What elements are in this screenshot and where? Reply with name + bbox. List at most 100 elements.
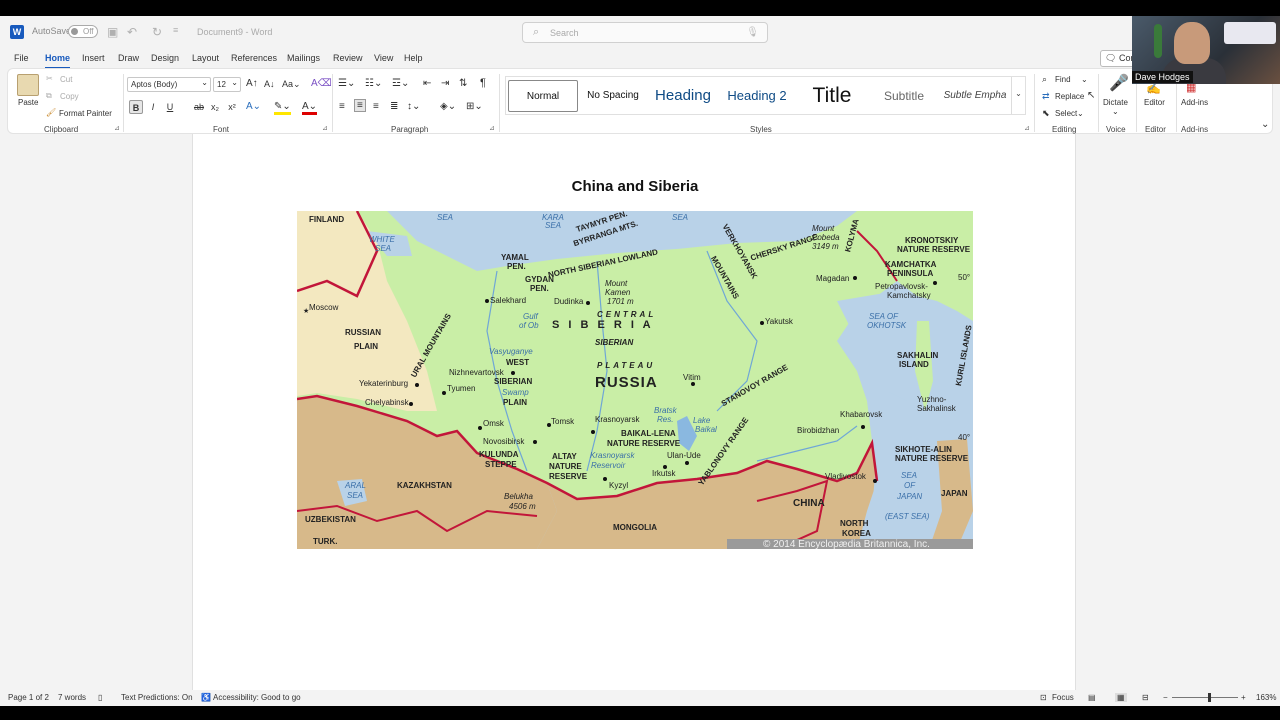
focus-icon[interactable]: ⊡	[1040, 693, 1047, 702]
redo-icon[interactable]: ↻	[152, 25, 162, 39]
change-case-icon[interactable]: Aa⌄	[282, 79, 301, 90]
zoom-out-icon[interactable]: −	[1163, 693, 1168, 702]
style-no-spacing[interactable]: No Spacing	[582, 80, 644, 112]
web-layout-icon[interactable]: ⊟	[1142, 693, 1149, 702]
editor-button[interactable]: Editor	[1144, 98, 1165, 107]
document-page[interactable]: China and Siberia FINLAND WHITE SEA SEA …	[192, 134, 1076, 690]
zoom-level[interactable]: 163%	[1256, 693, 1276, 702]
clipboard-launcher-icon[interactable]: ⊿	[114, 124, 120, 132]
dictate-icon[interactable]: 🎤	[1109, 73, 1129, 93]
page-count[interactable]: Page 1 of 2	[8, 693, 49, 702]
replace-button[interactable]: Replace	[1055, 92, 1084, 101]
bold-button[interactable]: B	[129, 100, 143, 114]
borders-icon[interactable]: ⊞⌄	[466, 101, 483, 112]
bullets-icon[interactable]: ☰⌄	[338, 78, 355, 89]
microphone-icon[interactable]: 🎙	[746, 27, 759, 38]
customize-qat-icon[interactable]: ≡	[173, 25, 178, 35]
menu-design[interactable]: Design	[151, 53, 179, 63]
numbering-icon[interactable]: ☷⌄	[365, 78, 382, 89]
russia-map-image[interactable]: FINLAND WHITE SEA SEA KARA SEA TAYMYR PE…	[297, 211, 973, 549]
menu-insert[interactable]: Insert	[82, 53, 105, 63]
align-center-icon[interactable]: ≡	[354, 99, 366, 112]
text-effects-icon[interactable]: A⌄	[246, 101, 261, 112]
menu-draw[interactable]: Draw	[118, 53, 139, 63]
proofing-icon[interactable]: ▯	[98, 693, 102, 702]
select-button[interactable]: Select	[1055, 109, 1077, 118]
menu-file[interactable]: File	[14, 53, 29, 63]
format-painter-icon[interactable]: 🖌	[46, 108, 56, 117]
style-subtitle[interactable]: Subtitle	[870, 80, 938, 112]
grow-font-icon[interactable]: A↑	[246, 78, 258, 89]
style-normal[interactable]: Normal	[508, 80, 578, 112]
menu-home[interactable]: Home	[45, 53, 71, 69]
subscript-button[interactable]: x₂	[208, 100, 222, 114]
style-heading[interactable]: Heading	[648, 80, 718, 112]
menu-mailings[interactable]: Mailings	[287, 53, 320, 63]
paste-button[interactable]: Paste	[18, 98, 38, 107]
align-left-icon[interactable]: ≡	[339, 101, 345, 112]
addins-button[interactable]: Add-ins	[1181, 98, 1208, 107]
menu-references[interactable]: References	[231, 53, 277, 63]
select-chevron-icon[interactable]: ⌄	[1077, 109, 1084, 118]
font-launcher-icon[interactable]: ⊿	[322, 124, 328, 132]
underline-button[interactable]: U	[163, 100, 177, 114]
italic-button[interactable]: I	[146, 100, 160, 114]
text-predictions[interactable]: Text Predictions: On	[121, 693, 193, 702]
read-mode-icon[interactable]: ▤	[1088, 693, 1096, 702]
find-icon[interactable]: ⌕	[1042, 74, 1047, 85]
menu-help[interactable]: Help	[404, 53, 423, 63]
cut-button[interactable]: Cut	[60, 75, 72, 84]
document-area[interactable]: China and Siberia FINLAND WHITE SEA SEA …	[0, 134, 1280, 690]
show-marks-icon[interactable]: ¶	[480, 77, 486, 89]
menu-layout[interactable]: Layout	[192, 53, 219, 63]
style-title[interactable]: Title	[796, 80, 868, 112]
style-heading-2[interactable]: Heading 2	[722, 80, 792, 112]
superscript-button[interactable]: x²	[225, 100, 239, 114]
zoom-slider[interactable]	[1172, 697, 1238, 698]
paragraph-launcher-icon[interactable]: ⊿	[489, 124, 495, 132]
print-layout-icon[interactable]: ▦	[1115, 693, 1127, 702]
styles-launcher-icon[interactable]: ⊿	[1024, 124, 1030, 132]
zoom-in-icon[interactable]: +	[1241, 693, 1246, 702]
shrink-font-icon[interactable]: A↓	[264, 79, 275, 89]
find-button[interactable]: Find	[1055, 75, 1071, 84]
select-icon[interactable]: ⬉	[1042, 108, 1050, 119]
dictate-button[interactable]: Dictate	[1103, 98, 1128, 107]
decrease-indent-icon[interactable]: ⇤	[423, 78, 431, 89]
shading-icon[interactable]: ◈⌄	[440, 101, 456, 112]
copy-button[interactable]: Copy	[60, 92, 79, 101]
focus-button[interactable]: Focus	[1052, 693, 1074, 702]
save-icon[interactable]: ▣	[107, 25, 118, 39]
format-painter-button[interactable]: Format Painter	[59, 109, 112, 118]
font-color-icon[interactable]: A⌄	[302, 101, 318, 115]
strikethrough-button[interactable]: ab	[192, 100, 206, 114]
styles-expand-icon[interactable]: ⌄	[1011, 77, 1025, 114]
find-chevron-icon[interactable]: ⌄	[1081, 75, 1088, 84]
accessibility-icon[interactable]: ♿	[201, 693, 211, 702]
word-count[interactable]: 7 words	[58, 693, 86, 702]
font-name-dropdown[interactable]: Aptos (Body)	[127, 77, 211, 92]
zoom-slider-thumb[interactable]	[1208, 693, 1211, 702]
copy-icon[interactable]: ⧉	[46, 91, 52, 101]
search-box[interactable]: ⌕ Search 🎙	[522, 22, 768, 43]
ribbon-collapse-icon[interactable]: ⌄	[1261, 119, 1269, 130]
autosave-toggle[interactable]: Off	[68, 25, 98, 38]
accessibility-status[interactable]: Accessibility: Good to go	[213, 693, 301, 702]
align-right-icon[interactable]: ≡	[373, 101, 379, 112]
replace-icon[interactable]: ⇄	[1042, 91, 1050, 102]
line-spacing-icon[interactable]: ↕⌄	[407, 101, 420, 112]
undo-icon[interactable]: ↶	[127, 25, 137, 39]
document-heading[interactable]: China and Siberia	[193, 178, 1077, 195]
font-size-dropdown[interactable]: 12	[213, 77, 241, 92]
style-subtle-emphasis[interactable]: Subtle Empha	[940, 80, 1010, 112]
menu-view[interactable]: View	[374, 53, 393, 63]
multilevel-list-icon[interactable]: ☲⌄	[392, 78, 409, 89]
sort-icon[interactable]: ⇅	[459, 78, 467, 89]
increase-indent-icon[interactable]: ⇥	[441, 78, 449, 89]
clear-formatting-icon[interactable]: A⌫	[311, 78, 332, 89]
menu-review[interactable]: Review	[333, 53, 363, 63]
justify-icon[interactable]: ≣	[390, 101, 398, 112]
dictate-chevron-icon[interactable]: ⌄	[1112, 107, 1119, 116]
highlight-color-icon[interactable]: ✎⌄	[274, 101, 291, 115]
paste-icon[interactable]	[17, 74, 39, 96]
